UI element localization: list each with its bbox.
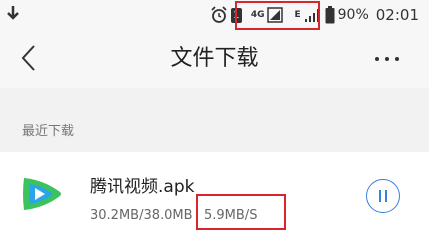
clock-time: 02:01 [375,6,419,24]
download-progress-text: 30.2MB/38.0MB [90,208,193,223]
download-arrow-icon [7,6,19,20]
page-title: 文件下载 [170,46,259,71]
more-options-icon[interactable] [375,57,399,61]
signal-highlight-box [235,1,320,30]
recent-downloads-label: 最近下载 [22,124,75,139]
tencent-video-app-icon [23,178,61,210]
pause-button[interactable] [366,179,400,213]
battery-icon [325,6,335,24]
alarm-icon [211,6,227,23]
header-bar: 文件下载 [0,30,429,88]
file-name: 腾讯视频.apk [90,177,195,197]
battery-percent: 90% [337,7,369,23]
speed-highlight-box [196,194,286,230]
status-bar: 1 4G E 90% 02:01 [0,0,429,30]
